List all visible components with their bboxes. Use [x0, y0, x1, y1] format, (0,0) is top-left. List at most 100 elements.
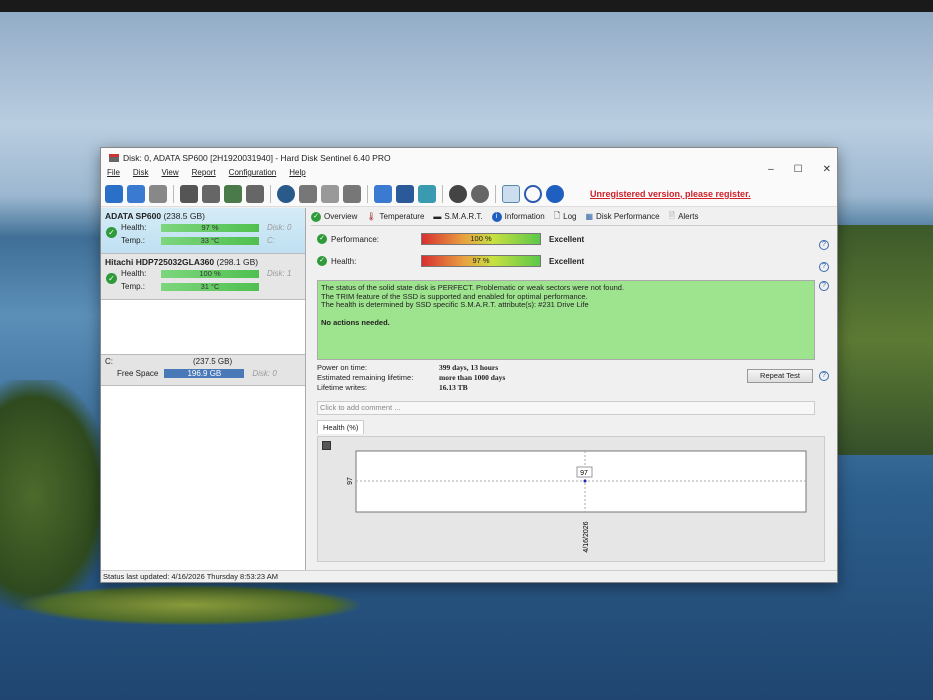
tab-disk-performance[interactable]: ▦ Disk Performance — [585, 212, 659, 221]
disk-number: Disk: 0 — [267, 223, 292, 232]
health-row: ✓ Health: 97 % Excellent — [317, 254, 584, 268]
tab-label: Log — [563, 212, 577, 221]
title-bar: Disk: 0, ADATA SP600 [2H1920031940] - Ha… — [101, 148, 837, 168]
menu-report[interactable]: Report — [192, 168, 216, 181]
maximize-button[interactable]: ☐ — [794, 164, 803, 175]
tab-smart[interactable]: ▬ S.M.A.R.T. — [433, 212, 482, 221]
close-button[interactable]: ✕ — [823, 164, 831, 175]
toolbar: Unregistered version, please register. — [101, 181, 837, 207]
drive-icon[interactable] — [321, 184, 339, 203]
tab-information[interactable]: i Information — [491, 211, 545, 222]
disk-item-hitachi[interactable]: Hitachi HDP725032GLA360 (298.1 GB) ✓ Hea… — [101, 254, 305, 300]
disk-timer-icon[interactable] — [202, 184, 220, 203]
report-icon[interactable] — [374, 184, 392, 203]
screenshot-icon[interactable] — [502, 184, 520, 203]
performance-row: ✓ Performance: 100 % Excellent — [317, 232, 584, 246]
health-chart: 97 97 4/16/2026 — [317, 436, 825, 562]
info-icon[interactable] — [546, 184, 564, 203]
disk-item-adata[interactable]: ADATA SP600 (238.5 GB) ✓ Health: 97 % Disk… — [101, 208, 305, 254]
menu-help[interactable]: Help — [289, 168, 305, 181]
tab-label: S.M.A.R.T. — [444, 212, 483, 221]
partition-size: (237.5 GB) — [193, 357, 233, 366]
health-bar: 97 % — [421, 255, 541, 267]
power-on-label: Power on time: — [317, 363, 368, 372]
menu-file[interactable]: File — [107, 168, 120, 181]
network-icon[interactable] — [418, 184, 436, 203]
comment-input[interactable]: Click to add comment ... — [317, 401, 815, 415]
register-link[interactable]: Unregistered version, please register. — [590, 189, 751, 199]
help-icon[interactable]: ? — [819, 281, 829, 291]
remaining-value: more than 1000 days — [439, 373, 506, 382]
disk-panel: ADATA SP600 (238.5 GB) ✓ Health: 97 % Disk… — [101, 208, 306, 572]
status-line: The health is determined by SSD specific… — [321, 300, 589, 309]
health-bar: 97 % — [161, 223, 259, 232]
app-window: Disk: 0, ADATA SP600 [2H1920031940] - Ha… — [100, 147, 838, 583]
minimize-button[interactable]: – — [768, 164, 774, 175]
tab-alerts[interactable]: 🗎 Alerts — [669, 210, 699, 224]
health-bar: 100 % — [161, 269, 259, 278]
refresh-all-icon[interactable] — [127, 184, 145, 203]
performance-label: Performance: — [331, 234, 380, 244]
data-point — [583, 479, 587, 483]
x-tick-label: 4/16/2026 — [583, 521, 590, 552]
tab-overview[interactable]: ✓ Overview — [311, 211, 358, 222]
help-icon[interactable]: ? — [819, 371, 829, 381]
disk-tool-icon[interactable] — [246, 184, 264, 203]
check-icon: ✓ — [106, 273, 117, 284]
eject-icon[interactable] — [299, 184, 317, 203]
remaining-label: Estimated remaining lifetime: — [317, 373, 414, 382]
mail-icon[interactable] — [396, 184, 414, 203]
overview-panel: ✓ Overview 🌡 Temperature ▬ S.M.A.R.T. i Info… — [311, 208, 837, 572]
tab-temperature[interactable]: 🌡 Temperature — [366, 212, 424, 221]
menu-view[interactable]: View — [161, 168, 178, 181]
document-icon: 🗋 — [553, 210, 561, 220]
menu-bar: File Disk View Report Configuration Help — [101, 168, 837, 181]
globe-icon[interactable] — [277, 184, 295, 203]
disk-ok-icon[interactable] — [224, 184, 242, 203]
repeat-test-button[interactable]: Repeat Test — [747, 369, 813, 383]
usb-icon[interactable] — [343, 184, 361, 203]
sound-icon[interactable] — [471, 184, 489, 203]
help-icon[interactable]: ? — [819, 262, 829, 272]
tab-label: Alerts — [678, 212, 699, 221]
thermometer-icon: 🌡 — [366, 212, 377, 221]
tab-log[interactable]: 🗋 Log — [554, 210, 577, 224]
health-rating: Excellent — [549, 256, 585, 266]
status-bar: Status last updated: 4/16/2026 Thursday … — [101, 570, 837, 582]
power-on-value: 399 days, 13 hours — [439, 363, 499, 372]
tab-bar: ✓ Overview 🌡 Temperature ▬ S.M.A.R.T. i Info… — [311, 208, 837, 226]
partition-letter: C: — [105, 357, 113, 366]
tab-health-chart[interactable]: Health (%) — [317, 420, 365, 434]
refresh-icon[interactable] — [105, 184, 123, 203]
partition-disk: Disk: 0 — [252, 369, 277, 378]
gear-icon[interactable] — [449, 184, 467, 203]
partition-item[interactable]: C: (237.5 GB) Free Space 196.9 GB Disk: 0 — [101, 354, 305, 386]
writes-label: Lifetime writes: — [317, 383, 368, 392]
disk-test-icon[interactable] — [180, 184, 198, 203]
menu-disk[interactable]: Disk — [133, 168, 149, 181]
help-icon[interactable] — [524, 184, 542, 203]
performance-rating: Excellent — [549, 234, 585, 244]
disk-name: ADATA SP600 — [105, 211, 162, 221]
health-label: Health: — [331, 256, 357, 266]
disk-number: Disk: 1 — [267, 269, 292, 278]
tab-label: Temperature — [379, 212, 425, 221]
health-label: Health: — [121, 269, 147, 278]
tab-label: Overview — [324, 212, 358, 221]
tab-label: Information — [504, 212, 545, 221]
writes-value: 16.13 TB — [439, 383, 468, 392]
smart-icon: ▬ — [433, 212, 442, 221]
disk-size: (238.5 GB) — [163, 211, 206, 221]
disk-list-icon[interactable] — [149, 184, 167, 203]
performance-bar: 100 % — [421, 233, 541, 245]
wallpaper-island — [20, 585, 360, 625]
health-label: Health: — [121, 223, 147, 232]
menu-configuration[interactable]: Configuration — [229, 168, 277, 181]
help-icon[interactable]: ? — [819, 240, 829, 250]
window-title: Disk: 0, ADATA SP600 [2H1920031940] - Ha… — [123, 153, 391, 163]
free-space-label: Free Space — [117, 369, 159, 378]
tab-label: Disk Performance — [596, 212, 660, 221]
alert-icon: 🗎 — [668, 210, 676, 220]
wallpaper-shore — [835, 225, 933, 455]
drive-letter: C: — [267, 236, 275, 245]
